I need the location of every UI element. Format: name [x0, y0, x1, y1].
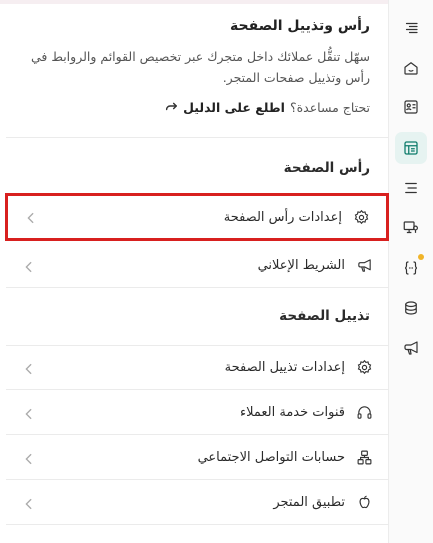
megaphone-icon	[355, 257, 373, 275]
help-prefix: تحتاج مساعدة؟	[289, 100, 370, 115]
header-section-title: رأس الصفحة	[283, 160, 370, 176]
reply-arrow-icon	[164, 99, 178, 116]
apple-icon	[355, 494, 373, 512]
divider	[6, 137, 389, 138]
chevron-left-icon	[24, 210, 38, 224]
icon-rail	[389, 0, 433, 543]
row-label: إعدادات رأس الصفحة	[223, 209, 342, 225]
row-label: حسابات التواصل الاجتماعي	[197, 450, 345, 465]
network-icon	[355, 449, 373, 467]
announcement-bar-row[interactable]: الشريط الإعلاني	[6, 244, 389, 288]
align-right-icon[interactable]	[395, 12, 427, 44]
menu-lines-icon[interactable]	[395, 172, 427, 204]
intro-title: رأس وتذييل الصفحة	[230, 18, 370, 34]
help-line: تحتاج مساعدة؟ اطلع على الدليل	[164, 99, 370, 116]
monitor-pin-icon[interactable]	[395, 212, 427, 244]
headset-icon	[355, 404, 373, 422]
home-icon[interactable]	[395, 52, 427, 84]
row-label: تطبيق المتجر	[273, 495, 345, 510]
settings-panel: رأس وتذييل الصفحة سهّل تنقُّل عملائك داخ…	[0, 0, 389, 543]
chevron-left-icon	[22, 451, 36, 465]
customer-service-channels-row[interactable]: قنوات خدمة العملاء	[6, 391, 389, 435]
gear-icon	[352, 208, 370, 226]
megaphone-icon[interactable]	[395, 332, 427, 364]
intro-description: سهّل تنقُّل عملائك داخل متجرك عبر تخصيص …	[30, 49, 370, 85]
gear-icon	[355, 359, 373, 377]
footer-settings-row[interactable]: إعدادات تذييل الصفحة	[6, 346, 389, 390]
footer-section-title: تذييل الصفحة	[279, 308, 370, 324]
social-accounts-row[interactable]: حسابات التواصل الاجتماعي	[6, 436, 389, 480]
row-label: الشريط الإعلاني	[257, 258, 345, 273]
row-label: إعدادات تذييل الصفحة	[224, 360, 345, 375]
database-icon[interactable]	[395, 292, 427, 324]
layout-icon[interactable]	[395, 132, 427, 164]
chevron-left-icon	[22, 496, 36, 510]
chevron-left-icon	[22, 259, 36, 273]
id-card-icon[interactable]	[395, 91, 427, 123]
notification-badge	[418, 254, 424, 260]
header-settings-row[interactable]: إعدادات رأس الصفحة	[5, 193, 389, 241]
code-braces-icon[interactable]	[395, 252, 427, 284]
row-label: قنوات خدمة العملاء	[240, 405, 345, 420]
chevron-left-icon	[22, 406, 36, 420]
store-app-row[interactable]: تطبيق المتجر	[6, 481, 389, 525]
help-guide-link[interactable]: اطلع على الدليل	[183, 100, 285, 115]
chevron-left-icon	[22, 361, 36, 375]
